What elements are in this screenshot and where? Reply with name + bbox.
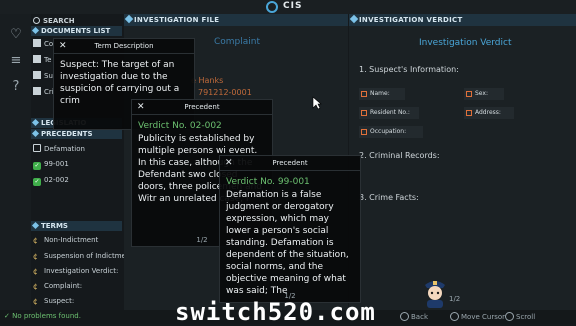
pin-icon	[31, 129, 40, 138]
search-icon	[33, 17, 40, 24]
criminal-records-heading: 2. Criminal Records:	[359, 151, 440, 160]
crime-facts-heading: 3. Crime Facts:	[359, 193, 419, 202]
verdict-number: Verdict No. 02-002	[138, 121, 222, 131]
checkbox-icon	[361, 129, 367, 135]
sliders-icon[interactable]: ≡	[6, 52, 26, 70]
file-title: Complaint	[214, 37, 261, 47]
help-icon[interactable]: ?	[6, 78, 26, 96]
file-id-fragment: 791212-0001	[198, 88, 252, 97]
check-icon: ✓	[33, 162, 41, 170]
pin-icon	[349, 14, 359, 24]
folder-icon	[33, 144, 41, 152]
address-field[interactable]: Address:	[464, 107, 514, 119]
precedent-folder[interactable]: Defamation	[33, 143, 85, 155]
term-item[interactable]: ₵ Investigation Verdict:	[33, 265, 118, 277]
watermark: switch520.com	[175, 298, 376, 326]
document-item[interactable]: Te	[33, 54, 51, 66]
document-icon	[33, 71, 41, 79]
scroll-hint[interactable]: Scroll	[505, 312, 535, 321]
close-icon[interactable]: ✕	[59, 39, 67, 54]
terms-header[interactable]: TERMS	[31, 221, 122, 231]
title-bar: CIS	[0, 0, 576, 14]
term-icon: ₵	[33, 253, 38, 261]
file-name-fragment: e Hanks	[191, 76, 224, 85]
suspect-info-heading: 1. Suspect's Information:	[359, 65, 459, 74]
checkbox-icon	[361, 91, 367, 97]
pin-icon	[124, 14, 134, 24]
resident-no-field[interactable]: Resident No.:	[359, 107, 419, 119]
precedent-item[interactable]: ✓ 99-001	[33, 158, 69, 170]
term-icon: ₵	[33, 268, 38, 276]
precedents-header[interactable]: PRECEDENTS	[31, 129, 122, 139]
popup-header: ✕ Precedent	[220, 156, 360, 171]
bell-icon[interactable]: ♡	[6, 26, 26, 44]
verdict-number: Verdict No. 99-001	[226, 177, 310, 187]
term-item[interactable]: ₵ Suspect:	[33, 295, 74, 307]
investigation-file-header: INVESTIGATION FILE	[124, 14, 348, 26]
pin-icon	[31, 118, 40, 127]
term-item[interactable]: ₵ Suspension of Indictment:	[33, 250, 135, 262]
b-button-icon	[400, 312, 409, 321]
verdict-page-indicator: 1/2	[449, 295, 461, 303]
checkbox-icon	[466, 110, 472, 116]
term-icon: ₵	[33, 283, 38, 291]
sex-field[interactable]: Sex:	[464, 88, 504, 100]
close-icon[interactable]: ✕	[225, 156, 233, 171]
investigation-verdict-panel[interactable]: Investigation Verdict 1. Suspect's Infor…	[349, 26, 576, 310]
left-icon-rail: ♡ ≡ ?	[0, 14, 31, 310]
mouse-cursor-icon	[312, 96, 322, 110]
stick-icon	[505, 312, 514, 321]
occupation-field[interactable]: Occupation:	[359, 126, 423, 138]
move-cursor-hint[interactable]: Move Cursor	[450, 312, 505, 321]
document-icon	[33, 55, 41, 63]
term-item[interactable]: ₵ Complaint:	[33, 280, 82, 292]
precedent-popup[interactable]: ✕ Precedent Verdict No. 99-001 Defamatio…	[219, 155, 361, 303]
popup-header: ✕ Precedent	[132, 100, 272, 115]
pin-icon	[31, 221, 40, 230]
precedent-item[interactable]: ✓ 02-002	[33, 174, 69, 186]
checkbox-icon	[361, 110, 367, 116]
term-icon: ₵	[33, 237, 38, 245]
cis-logo-icon	[266, 1, 278, 13]
term-item[interactable]: ₵ Non-Indictment	[33, 234, 98, 246]
pin-icon	[31, 26, 40, 35]
status-text: ✓ No problems found.	[4, 312, 81, 320]
document-icon	[33, 87, 41, 95]
back-hint[interactable]: Back	[400, 312, 428, 321]
name-field[interactable]: Name:	[359, 88, 405, 100]
check-icon: ✓	[33, 178, 41, 186]
precedent-body: Verdict No. 99-001 Defamation is a false…	[220, 171, 360, 302]
app-title: CIS	[283, 1, 303, 11]
investigation-verdict-header: INVESTIGATION VERDICT	[349, 14, 576, 26]
documents-list-header[interactable]: DOCUMENTS LIST	[31, 26, 122, 36]
document-item[interactable]: Su	[33, 70, 53, 82]
checkbox-icon	[466, 91, 472, 97]
officer-avatar	[425, 281, 445, 308]
verdict-title: Investigation Verdict	[419, 38, 512, 48]
stick-icon	[450, 312, 459, 321]
document-item[interactable]: Cri	[33, 86, 54, 98]
popup-header: ✕ Term Description	[54, 39, 194, 54]
document-icon	[33, 39, 41, 47]
term-icon: ₵	[33, 298, 38, 306]
document-item[interactable]: Co	[33, 38, 53, 50]
close-icon[interactable]: ✕	[137, 100, 145, 115]
